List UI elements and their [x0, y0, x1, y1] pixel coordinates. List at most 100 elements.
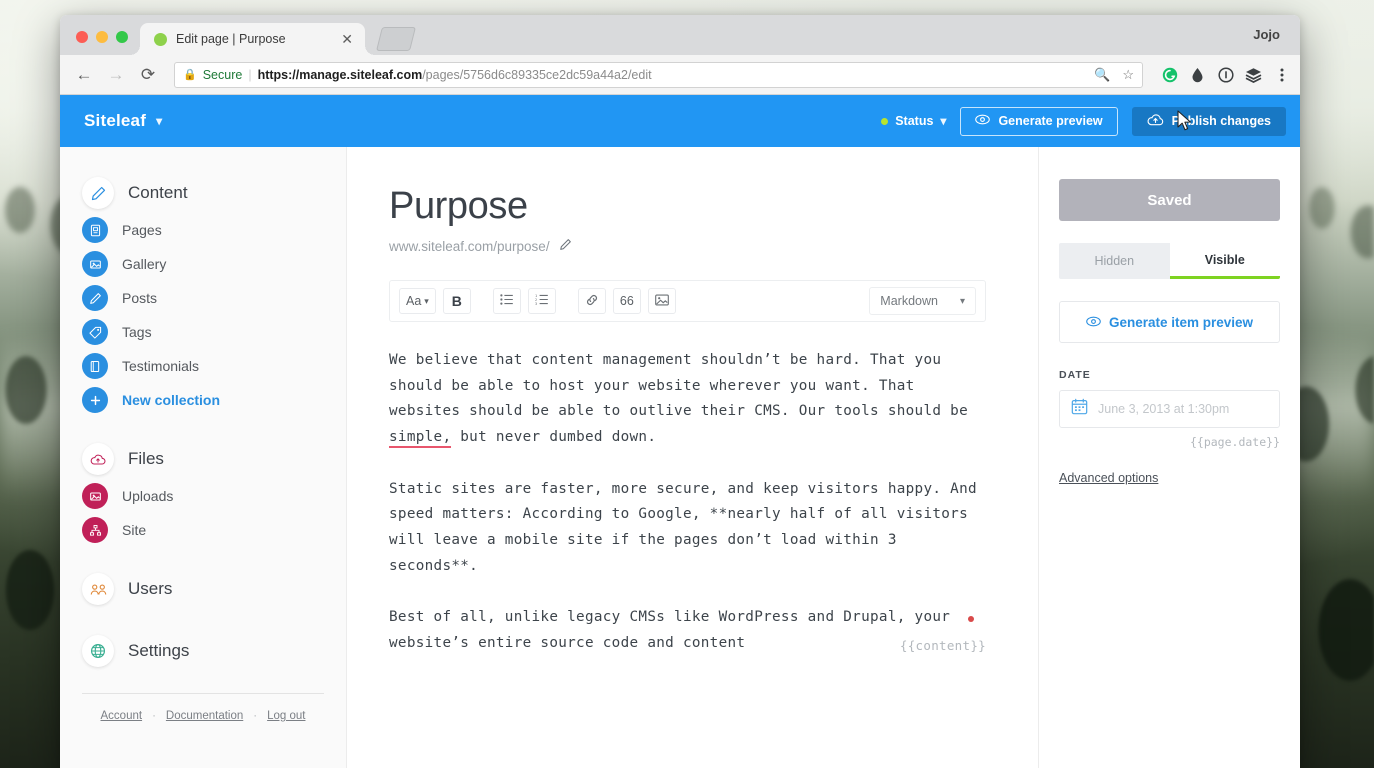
lock-icon: 🔒	[183, 69, 197, 81]
sidebar-item-posts[interactable]: Posts	[82, 281, 324, 315]
pencil-icon	[82, 285, 108, 311]
link-button[interactable]	[577, 288, 606, 314]
minimize-window-button[interactable]	[96, 31, 108, 43]
browser-tab[interactable]: Edit page | Purpose ✕	[130, 23, 375, 55]
sidebar-item-settings[interactable]: Settings	[82, 631, 324, 671]
save-status-button[interactable]: Saved	[1059, 179, 1280, 221]
kebab-menu-icon[interactable]	[1273, 66, 1290, 83]
pencil-icon[interactable]	[559, 238, 572, 254]
status-label: Status	[895, 114, 934, 128]
generate-item-preview-button[interactable]: Generate item preview	[1059, 301, 1280, 343]
date-input-value: June 3, 2013 at 1:30pm	[1098, 402, 1230, 416]
sidebar-item-content[interactable]: Content	[82, 173, 324, 213]
sidebar-item-tags[interactable]: Tags	[82, 315, 324, 349]
forward-button[interactable]: →	[102, 61, 130, 89]
paragraph-text-after: but never dumbed down.	[451, 429, 657, 446]
editor-main: Purpose www.siteleaf.com/purpose/ Aa ▾ B	[347, 147, 1038, 768]
svg-text:3: 3	[535, 302, 537, 305]
bullet-list-button[interactable]	[492, 288, 521, 314]
sidebar-item-label: Posts	[122, 290, 158, 306]
sidebar-item-label: Site	[122, 522, 147, 538]
chevron-down-icon: ▾	[940, 114, 947, 128]
close-window-button[interactable]	[76, 31, 88, 43]
publish-changes-label: Publish changes	[1171, 114, 1271, 128]
generate-preview-label: Generate preview	[998, 114, 1103, 128]
info-circle-icon[interactable]	[1217, 66, 1234, 83]
blockquote-button[interactable]: 66	[612, 288, 641, 314]
sidebar-item-label: Tags	[122, 324, 152, 340]
meta-panel: Saved Hidden Visible Generate item previ…	[1038, 147, 1300, 768]
back-button[interactable]: ←	[70, 61, 98, 89]
secure-label: Secure	[202, 67, 243, 82]
brand-label: Siteleaf	[84, 111, 147, 130]
paragraph-text-before: We believe that content management shoul…	[389, 352, 968, 420]
layers-icon[interactable]	[1245, 66, 1262, 83]
search-icon[interactable]: 🔍	[1088, 67, 1110, 83]
sidebar-item-users[interactable]: Users	[82, 569, 324, 609]
chevron-down-icon: ▾	[424, 295, 429, 306]
pencil-icon	[82, 177, 114, 209]
sidebar-item-label: Testimonials	[122, 358, 200, 374]
droplet-icon[interactable]	[1189, 66, 1206, 83]
sidebar-item-gallery[interactable]: Gallery	[82, 247, 324, 281]
sidebar-item-label: Files	[128, 449, 164, 468]
editor-toolbar: Aa ▾ B 123 66 Markdown ▾	[389, 280, 986, 322]
maximize-window-button[interactable]	[116, 31, 128, 43]
visibility-toggle: Hidden Visible	[1059, 243, 1280, 279]
status-dropdown[interactable]: Status ▾	[881, 114, 946, 128]
profile-name[interactable]: Jojo	[1253, 27, 1280, 42]
generate-preview-button[interactable]: Generate preview	[960, 106, 1118, 136]
editor-paragraph: We believe that content management shoul…	[389, 348, 986, 451]
bullet-list-icon	[500, 294, 514, 308]
sidebar-item-new-collection[interactable]: New collection	[82, 383, 324, 417]
editor-paragraph: Best of all, unlike legacy CMSs like Wor…	[389, 609, 951, 651]
generate-item-preview-label: Generate item preview	[1108, 314, 1254, 330]
eye-icon	[1086, 315, 1101, 330]
logout-link[interactable]: Log out	[267, 710, 305, 722]
visibility-visible-option[interactable]: Visible	[1169, 243, 1280, 279]
address-bar[interactable]: 🔒 Secure | https://manage.siteleaf.com/p…	[174, 61, 1143, 88]
sidebar-item-testimonials[interactable]: Testimonials	[82, 349, 324, 383]
advanced-options-link[interactable]: Advanced options	[1059, 471, 1158, 485]
sidebar-group-users: Users	[60, 569, 346, 609]
browser-toolbar: ← → ⟳ 🔒 Secure | https://manage.siteleaf…	[60, 55, 1300, 95]
content-token: {{content}}	[899, 637, 986, 653]
new-tab-button[interactable]	[376, 27, 416, 51]
link-icon	[585, 294, 599, 309]
browser-extensions	[1155, 66, 1290, 83]
sidebar-item-uploads[interactable]: Uploads	[82, 479, 324, 513]
sidebar-item-label: Uploads	[122, 488, 174, 504]
documentation-link[interactable]: Documentation	[166, 710, 243, 722]
brand-menu[interactable]: Siteleaf ▾	[84, 111, 162, 131]
tab-favicon-icon	[154, 32, 167, 46]
font-size-button[interactable]: Aa ▾	[399, 288, 436, 314]
editor-content[interactable]: We believe that content management shoul…	[389, 348, 986, 656]
numbered-list-button[interactable]: 123	[527, 288, 556, 314]
calendar-icon	[1071, 398, 1088, 420]
sidebar-item-pages[interactable]: Pages	[82, 213, 324, 247]
siteleaf-app: Siteleaf ▾ Status ▾ Generate preview Pub…	[60, 95, 1300, 768]
browser-window: Edit page | Purpose ✕ Jojo ← → ⟳ 🔒 Secur…	[60, 15, 1300, 768]
date-input[interactable]: June 3, 2013 at 1:30pm	[1059, 390, 1280, 428]
sidebar-item-label: Settings	[128, 641, 190, 660]
publish-changes-button[interactable]: Publish changes	[1131, 106, 1286, 136]
image-icon	[82, 251, 108, 277]
url-host: manage.siteleaf.com	[299, 67, 423, 82]
bold-button[interactable]: B	[442, 288, 471, 314]
close-tab-icon[interactable]: ✕	[337, 30, 357, 48]
insert-image-button[interactable]	[647, 288, 676, 314]
star-icon[interactable]: ☆	[1116, 67, 1134, 83]
reload-button[interactable]: ⟳	[134, 61, 162, 89]
users-icon	[82, 573, 114, 605]
sidebar-item-site[interactable]: Site	[82, 513, 324, 547]
sidebar-item-files[interactable]: Files	[82, 439, 324, 479]
chevron-down-icon: ▾	[959, 295, 965, 307]
grammarly-icon[interactable]	[1161, 66, 1178, 83]
sitemap-icon	[82, 517, 108, 543]
format-select[interactable]: Markdown ▾	[869, 287, 976, 315]
visibility-hidden-option[interactable]: Hidden	[1059, 243, 1170, 279]
account-link[interactable]: Account	[101, 710, 143, 722]
